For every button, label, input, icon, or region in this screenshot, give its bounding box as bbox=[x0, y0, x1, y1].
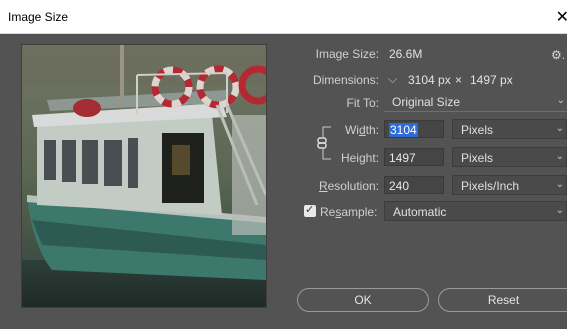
fit-to-label: Fit To: bbox=[346, 96, 379, 110]
dimensions-width: 3104 px bbox=[408, 73, 451, 87]
resample-dropdown[interactable]: Automatic ⌄ bbox=[384, 201, 567, 221]
width-unit-value: Pixels bbox=[461, 123, 494, 137]
resolution-label: Resolution: bbox=[318, 179, 379, 193]
close-icon[interactable]: ✕ bbox=[556, 7, 567, 27]
dimensions-times: × bbox=[455, 73, 463, 87]
chevron-down-icon: ⌄ bbox=[555, 179, 564, 190]
boat-preview-image bbox=[22, 45, 266, 307]
resolution-input[interactable]: 240 bbox=[384, 176, 444, 194]
resample-checkbox[interactable] bbox=[304, 203, 316, 217]
width-unit-dropdown[interactable]: Pixels ⌄ bbox=[452, 119, 567, 139]
window-title: Image Size bbox=[8, 10, 69, 24]
chevron-down-icon: ⌄ bbox=[555, 205, 564, 216]
image-size-label: Image Size: bbox=[315, 47, 379, 61]
height-unit-value: Pixels bbox=[461, 151, 494, 165]
chevron-down-icon[interactable]: ⌵ bbox=[388, 72, 397, 87]
reset-button[interactable]: Reset bbox=[438, 288, 567, 312]
image-size-value: 26.6M bbox=[389, 47, 423, 61]
height-unit-dropdown[interactable]: Pixels ⌄ bbox=[452, 147, 567, 167]
height-input[interactable]: 1497 bbox=[384, 148, 444, 166]
title-bar: Image Size ✕ bbox=[0, 0, 567, 34]
chevron-down-icon: ⌄ bbox=[555, 151, 564, 162]
image-size-dialog: Image Size: 26.6M ⚙. Dimensions: ⌵ 3104 … bbox=[0, 34, 567, 329]
dimensions-height: 1497 px bbox=[470, 73, 513, 87]
resample-value: Automatic bbox=[393, 205, 447, 219]
height-label: Height: bbox=[340, 151, 379, 165]
ok-button[interactable]: OK bbox=[297, 288, 429, 312]
dimensions-label: Dimensions: bbox=[312, 73, 379, 87]
resolution-unit-dropdown[interactable]: Pixels/Inch ⌄ bbox=[452, 175, 567, 195]
chevron-down-icon: ⌄ bbox=[555, 123, 564, 134]
width-label: Width: bbox=[344, 123, 379, 137]
resolution-unit-value: Pixels/Inch bbox=[461, 179, 520, 193]
fit-to-dropdown[interactable]: Original Size ⌄ bbox=[384, 92, 567, 112]
resample-label: Resample: bbox=[320, 205, 378, 219]
width-input[interactable]: 3104 bbox=[384, 120, 444, 138]
gear-icon[interactable]: ⚙. bbox=[551, 48, 565, 62]
chevron-down-icon: ⌄ bbox=[556, 95, 565, 106]
image-preview[interactable] bbox=[21, 44, 267, 308]
constrain-link-icon[interactable] bbox=[317, 123, 331, 163]
fit-to-value: Original Size bbox=[392, 95, 461, 109]
